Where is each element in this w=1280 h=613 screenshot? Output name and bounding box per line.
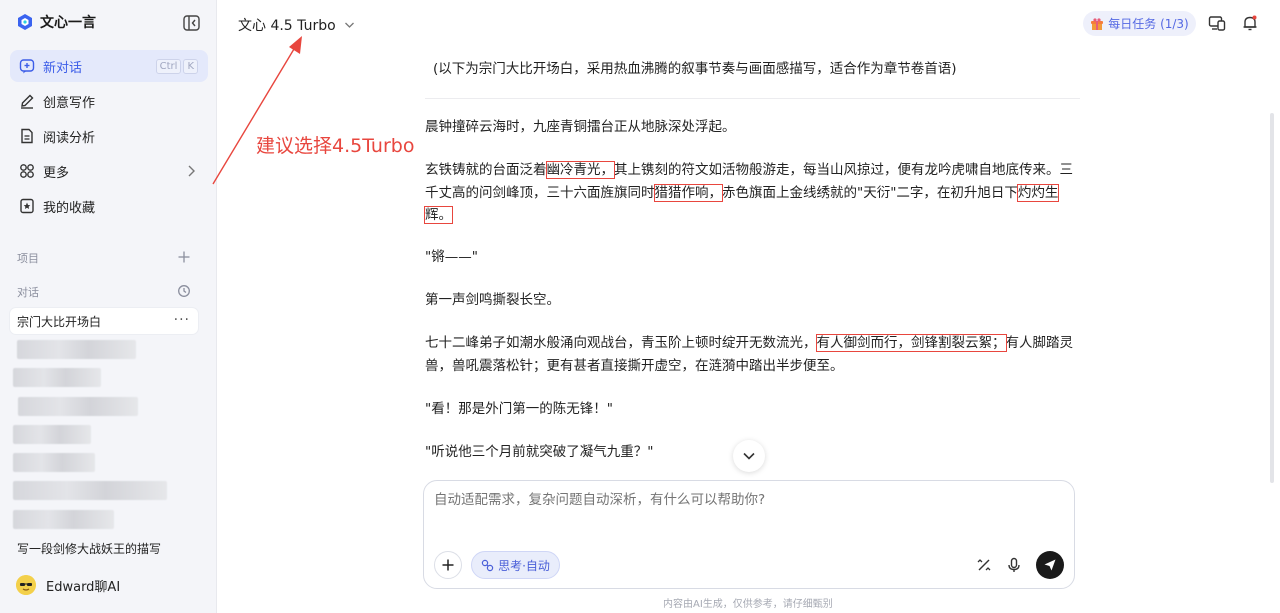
sidebar-item-more[interactable]: 更多 xyxy=(10,155,208,187)
daily-task-button[interactable]: 每日任务 (1/3) xyxy=(1083,11,1196,36)
scroll-to-bottom-button[interactable] xyxy=(733,440,765,472)
gift-icon xyxy=(1091,17,1104,30)
blurred-chat-item[interactable] xyxy=(13,368,101,387)
sidebar-item-creative-writing[interactable]: 创意写作 xyxy=(10,85,208,117)
chats-section-label: 对话 xyxy=(17,286,39,299)
devices-icon[interactable] xyxy=(1208,14,1226,32)
projects-section-label: 项目 xyxy=(17,252,39,265)
blurred-chat-item[interactable] xyxy=(13,425,91,444)
paragraph-5: 七十二峰弟子如潮水般涌向观战台，青玉阶上顿时绽开无数流光，有人御剑而行，剑锋割裂… xyxy=(425,334,1073,374)
more-label: 更多 xyxy=(43,165,70,181)
chat-item-active[interactable]: 宗门大比开场白 ··· xyxy=(10,308,198,334)
reading-analysis-label: 阅读分析 xyxy=(43,130,96,146)
chat-item-label: 写一段剑修大战妖王的描写 xyxy=(17,541,162,556)
creative-writing-label: 创意写作 xyxy=(43,95,96,111)
highlight-phrase: 有人御剑而行，剑锋割裂云絮； xyxy=(815,334,1007,352)
chevron-down-icon xyxy=(344,22,354,28)
chat-item-label: 宗门大比开场白 xyxy=(17,314,102,329)
paragraph-1: 晨钟撞碎云海时，九座青铜擂台正从地脉深处浮起。 xyxy=(425,119,736,135)
sidebar: 文心一言 新对话 Ctrl K 创意写作 阅读分析 更多 我的收藏 项目 对话 … xyxy=(0,0,217,613)
think-mode-button[interactable]: 思考·自动 xyxy=(471,551,560,579)
highlight-phrase: 幽冷青光， xyxy=(545,161,615,179)
pen-icon xyxy=(19,93,35,109)
avatar xyxy=(16,575,36,595)
chevron-down-icon xyxy=(743,452,755,460)
divider xyxy=(425,98,1080,99)
sidebar-item-new-chat[interactable]: 新对话 Ctrl K xyxy=(10,50,208,82)
sidebar-collapse-icon[interactable] xyxy=(183,15,200,31)
user-profile[interactable]: Edward聊AI xyxy=(16,575,120,595)
grid-icon xyxy=(19,163,35,179)
wenxin-logo-icon xyxy=(18,14,32,30)
document-icon xyxy=(19,128,35,144)
chevron-right-icon xyxy=(188,165,195,177)
think-icon xyxy=(481,559,494,571)
paragraph-4: 第一声剑鸣撕裂长空。 xyxy=(425,292,560,308)
blurred-chat-item[interactable] xyxy=(18,397,138,416)
blurred-chat-item[interactable] xyxy=(13,453,95,472)
paragraph-2: 玄铁铸就的台面泛着幽冷青光，其上镌刻的符文如活物般游走，每当山风掠过，便有龙吟虎… xyxy=(423,161,1073,224)
user-name: Edward聊AI xyxy=(46,579,121,595)
notification-bell-icon[interactable] xyxy=(1241,14,1259,32)
chat-input-box: 思考·自动 xyxy=(423,480,1075,589)
chat-input[interactable] xyxy=(434,492,1054,508)
bookmark-icon xyxy=(19,198,35,214)
blurred-chat-item[interactable] xyxy=(13,481,167,500)
sidebar-item-favorites[interactable]: 我的收藏 xyxy=(10,190,208,222)
highlight-phrase: 猎猎作响， xyxy=(653,183,723,202)
new-chat-shortcut: Ctrl K xyxy=(155,59,198,74)
blurred-chat-item[interactable] xyxy=(17,340,136,359)
paragraph-7: "听说他三个月前就突破了凝气九重？" xyxy=(425,444,654,460)
scrollbar[interactable] xyxy=(1270,113,1274,483)
paragraph-3: "锵——" xyxy=(425,249,478,265)
blurred-chat-item[interactable] xyxy=(13,510,114,529)
add-attachment-button[interactable] xyxy=(434,551,462,579)
annotation-text: 建议选择4.5Turbo xyxy=(256,135,415,157)
ai-disclaimer: 内容由AI生成，仅供参考，请仔细甄别 xyxy=(663,599,833,610)
chat-item[interactable]: 写一段剑修大战妖王的描写 xyxy=(10,535,198,561)
think-mode-label: 思考·自动 xyxy=(498,558,550,573)
send-button[interactable] xyxy=(1036,551,1064,579)
plus-icon xyxy=(442,559,454,571)
annotation-arrow xyxy=(212,36,302,185)
new-chat-label: 新对话 xyxy=(43,60,83,76)
more-options-icon[interactable]: ··· xyxy=(174,312,190,328)
add-project-icon[interactable] xyxy=(177,250,191,264)
history-clock-icon[interactable] xyxy=(177,284,191,298)
paragraph-6: "看！那是外门第一的陈无锋！" xyxy=(425,401,613,417)
new-chat-icon xyxy=(19,58,35,74)
app-name: 文心一言 xyxy=(40,15,96,31)
response-intro: (以下为宗门大比开场白，采用热血沸腾的叙事节奏与画面感描写，适合作为章节卷首语) xyxy=(433,61,957,77)
daily-task-label: 每日任务 (1/3) xyxy=(1108,17,1189,31)
send-icon xyxy=(1044,559,1056,571)
percent-icon[interactable] xyxy=(976,557,992,573)
app-logo[interactable]: 文心一言 xyxy=(16,12,96,32)
favorites-label: 我的收藏 xyxy=(43,200,96,216)
microphone-icon[interactable] xyxy=(1006,557,1022,573)
sidebar-item-reading-analysis[interactable]: 阅读分析 xyxy=(10,120,208,152)
